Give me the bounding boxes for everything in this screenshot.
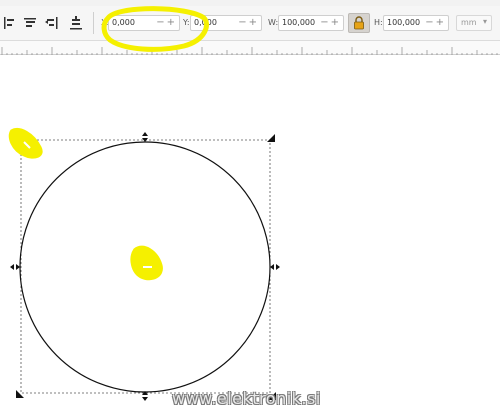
y-stepper[interactable]: −+ bbox=[238, 17, 259, 28]
unit-select[interactable]: mm ▾ bbox=[456, 15, 492, 31]
width-field[interactable]: 100,000 −+ bbox=[278, 15, 344, 31]
dropdown-arrow-icon: ▾ bbox=[482, 17, 487, 26]
lock-ratio-button[interactable] bbox=[348, 13, 370, 33]
h-label: H: bbox=[374, 18, 383, 27]
h-stepper[interactable]: −+ bbox=[425, 17, 446, 28]
align-bottom-icon[interactable] bbox=[68, 15, 84, 31]
toolbar-separator bbox=[93, 12, 94, 34]
w-label: W: bbox=[268, 18, 279, 27]
canvas-drawing bbox=[8, 128, 280, 401]
handle-corner-bottom-left[interactable] bbox=[16, 390, 24, 398]
handle-top[interactable] bbox=[142, 132, 148, 142]
horizontal-ruler[interactable] bbox=[0, 41, 500, 56]
unit-value: mm bbox=[461, 18, 477, 27]
handle-left[interactable] bbox=[10, 264, 20, 270]
handle-corner-top-right[interactable] bbox=[267, 134, 275, 142]
align-center-icon[interactable] bbox=[22, 15, 38, 31]
height-field[interactable]: 100,000 −+ bbox=[383, 15, 449, 31]
highlight-blob-center bbox=[130, 245, 163, 281]
handle-right[interactable] bbox=[270, 264, 280, 270]
w-stepper[interactable]: −+ bbox=[320, 17, 341, 28]
watermark-text: www.elektronik.si bbox=[172, 389, 321, 408]
align-left-icon[interactable] bbox=[2, 15, 18, 31]
h-value: 100,000 bbox=[387, 18, 421, 27]
drawing-canvas[interactable] bbox=[0, 55, 500, 413]
w-value: 100,000 bbox=[282, 18, 316, 27]
highlight-ellipse bbox=[101, 6, 209, 52]
lock-icon bbox=[354, 16, 364, 30]
tool-controls-bar: X: 0,000 −+ Y: 0,000 −+ W: 100,000 −+ H:… bbox=[0, 6, 500, 41]
align-right-icon[interactable] bbox=[44, 15, 60, 31]
